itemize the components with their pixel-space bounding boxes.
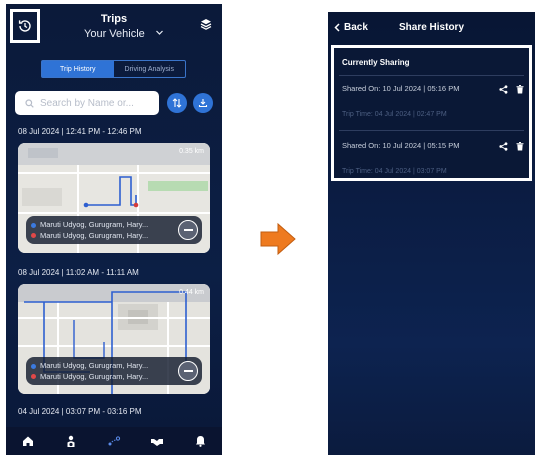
tab-driving-analysis[interactable]: Driving Analysis — [114, 61, 186, 77]
chevron-down-icon[interactable] — [155, 28, 164, 40]
search-icon — [25, 98, 34, 108]
trip-address-panel: Maruti Udyog, Gurugram, Hary... Maruti U… — [26, 216, 202, 244]
layers-icon[interactable] — [200, 17, 212, 35]
trips-header: Trips Your Vehicle — [6, 4, 222, 54]
trip-date-header: 08 Jul 2024 | 12:41 PM - 12:46 PM — [18, 127, 142, 136]
currently-sharing-panel: Currently Sharing Shared On: 10 Jul 2024… — [331, 45, 532, 181]
shared-on-text: Shared On: 10 Jul 2024 | 05:15 PM — [342, 141, 460, 150]
trip-distance: 0.44 km — [179, 289, 204, 296]
trip-start-address: Maruti Udyog, Gurugram, Hary... — [40, 361, 149, 370]
trip-end-address: Maruti Udyog, Gurugram, Hary... — [40, 231, 149, 240]
bell-icon[interactable] — [190, 431, 210, 451]
home-icon[interactable] — [18, 431, 38, 451]
trip-end-address: Maruti Udyog, Gurugram, Hary... — [40, 372, 149, 381]
section-heading: Currently Sharing — [342, 58, 410, 67]
share-history-screen: Back Share History Currently Sharing Sha… — [328, 12, 535, 455]
trip-date-header: 08 Jul 2024 | 11:02 AM - 11:11 AM — [18, 268, 139, 277]
page-title: Share History — [398, 22, 465, 33]
trip-start-address: Maruti Udyog, Gurugram, Hary... — [40, 220, 149, 229]
trips-screen: Trips Your Vehicle Trip History Driving … — [6, 4, 222, 455]
trip-time-text: Trip Time: 04 Jul 2024 | 03:07 PM — [342, 168, 447, 175]
search-placeholder: Search by Name or... — [40, 97, 134, 109]
trip-distance: 0.35 km — [179, 148, 204, 155]
trip-date-header: 04 Jul 2024 | 03:07 PM - 03:16 PM — [18, 407, 142, 416]
download-icon — [198, 99, 208, 108]
delete-icon[interactable] — [515, 141, 525, 151]
comparison-stage: Trips Your Vehicle Trip History Driving … — [0, 0, 536, 455]
collapse-button[interactable] — [178, 220, 198, 240]
divider — [339, 75, 524, 76]
search-input[interactable]: Search by Name or... — [15, 91, 159, 115]
download-button[interactable] — [193, 93, 213, 113]
share-icon[interactable] — [498, 84, 508, 94]
share-icon[interactable] — [498, 141, 508, 151]
end-pin-icon — [31, 374, 36, 379]
sort-icon — [172, 98, 182, 108]
trip-card[interactable]: 0.35 km Maruti Udyog, Gurugram, Hary... … — [18, 143, 210, 253]
bottom-navigation — [6, 427, 222, 455]
trips-tab-switcher: Trip History Driving Analysis — [41, 60, 186, 78]
tab-trip-history[interactable]: Trip History — [42, 61, 114, 77]
trip-address-panel: Maruti Udyog, Gurugram, Hary... Maruti U… — [26, 357, 202, 385]
end-pin-icon — [31, 233, 36, 238]
handshake-icon[interactable] — [147, 431, 167, 451]
sort-button[interactable] — [167, 93, 187, 113]
share-history-header: Back Share History — [328, 12, 535, 44]
minus-icon — [183, 229, 193, 231]
right-arrow-icon — [260, 222, 296, 256]
trip-card[interactable]: 0.44 km Maruti Udyog, Gurugram, Hary... … — [18, 284, 210, 394]
trip-time-text: Trip Time: 04 Jul 2024 | 02:47 PM — [342, 111, 447, 118]
start-pin-icon — [31, 223, 36, 228]
driver-icon[interactable] — [61, 431, 81, 451]
divider — [339, 130, 524, 131]
delete-icon[interactable] — [515, 84, 525, 94]
page-title: Trips — [100, 13, 128, 25]
start-pin-icon — [31, 364, 36, 369]
vehicle-selector-label[interactable]: Your Vehicle — [84, 28, 145, 40]
shared-on-text: Shared On: 10 Jul 2024 | 05:16 PM — [342, 84, 460, 93]
minus-icon — [183, 370, 193, 372]
collapse-button[interactable] — [178, 361, 198, 381]
route-icon[interactable] — [104, 431, 124, 451]
